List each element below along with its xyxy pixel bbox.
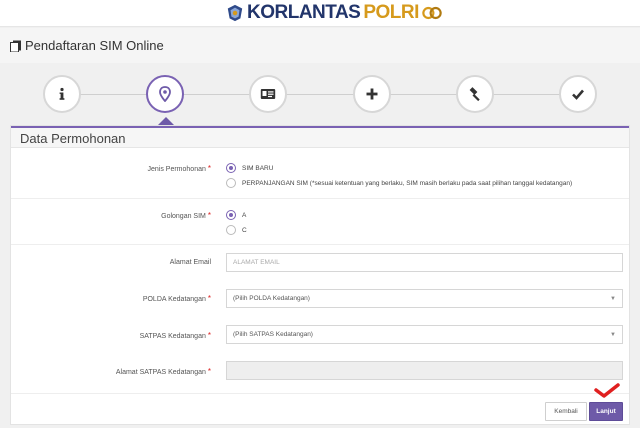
- map-marker-icon: [159, 86, 171, 102]
- radio-golongan-a[interactable]: A: [226, 210, 246, 220]
- info-icon: [59, 87, 65, 100]
- radio-dot: [226, 210, 236, 220]
- step-law[interactable]: [456, 75, 494, 113]
- step-location[interactable]: [146, 75, 184, 113]
- chevron-down-icon: ▼: [610, 295, 616, 302]
- divider: [11, 198, 629, 199]
- rings-icon: [422, 6, 442, 20]
- alamat-satpas-label: Alamat SATPAS Kedatangan *: [11, 367, 211, 376]
- radio-sim-baru-label: SIM BARU: [242, 164, 274, 172]
- required-mark: *: [207, 367, 211, 376]
- radio-golongan-c[interactable]: C: [226, 225, 247, 235]
- satpas-select-value: (Pilih SATPAS Kedatangan): [233, 331, 313, 338]
- required-mark: *: [207, 331, 211, 340]
- radio-perpanjangan-sim[interactable]: PERPANJANGAN SIM (*sesuai ketentuan yang…: [226, 178, 572, 188]
- active-step-caret: [158, 117, 174, 125]
- jenis-permohonan-label-text: Jenis Permohonan: [147, 166, 206, 173]
- satpas-label: SATPAS Kedatangan *: [11, 331, 211, 340]
- radio-golongan-a-label: A: [242, 211, 247, 219]
- panel-title: Data Permohonan: [20, 131, 126, 146]
- radio-dot: [226, 163, 236, 173]
- page-title: Pendaftaran SIM Online: [25, 38, 164, 53]
- alamat-email-label: Alamat Email: [11, 259, 211, 266]
- golongan-sim-label-text: Golongan SIM: [161, 213, 206, 220]
- plus-icon: [366, 88, 378, 100]
- radio-golongan-c-label: C: [242, 226, 247, 234]
- radio-perpanjangan-label: PERPANJANGAN SIM (*sesuai ketentuan yang…: [242, 179, 573, 187]
- polda-select-value: (Pilih POLDA Kedatangan): [233, 295, 310, 302]
- polda-label: POLDA Kedatangan *: [11, 294, 211, 303]
- check-icon: [572, 89, 584, 100]
- jenis-permohonan-label: Jenis Permohonan *: [11, 164, 212, 173]
- kembali-button[interactable]: Kembali: [545, 402, 587, 421]
- chevron-down-icon: ▼: [610, 331, 616, 338]
- brand-text-polri: POLRI: [363, 2, 419, 23]
- step-info[interactable]: [43, 75, 81, 113]
- radio-sim-baru[interactable]: SIM BARU: [226, 163, 273, 173]
- radio-dot: [226, 178, 236, 188]
- polda-label-text: POLDA Kedatangan: [142, 296, 206, 303]
- wizard-stepper: [0, 63, 640, 123]
- step-identity[interactable]: [249, 75, 287, 113]
- step-health[interactable]: [353, 75, 391, 113]
- form-panel: Data Permohonan Jenis Permohonan * SIM BA…: [10, 125, 630, 425]
- divider: [11, 393, 629, 394]
- required-mark: *: [207, 294, 211, 303]
- required-mark: *: [207, 211, 211, 220]
- red-checkmark-annotation-icon: [594, 383, 620, 398]
- id-card-icon: [260, 89, 276, 99]
- email-placeholder: ALAMAT EMAIL: [233, 259, 280, 266]
- required-mark: *: [207, 164, 211, 173]
- brand-bar: KORLANTAS POLRI: [0, 0, 640, 27]
- divider: [11, 244, 629, 245]
- step-confirm[interactable]: [559, 75, 597, 113]
- radio-dot: [226, 225, 236, 235]
- alamat-satpas-label-text: Alamat SATPAS Kedatangan: [115, 369, 206, 376]
- golongan-sim-label: Golongan SIM *: [11, 211, 211, 220]
- polda-select[interactable]: (Pilih POLDA Kedatangan) ▼: [226, 289, 623, 308]
- gavel-icon: [469, 87, 480, 102]
- brand-logo: KORLANTAS POLRI: [226, 3, 442, 23]
- alamat-satpas-field: [226, 361, 623, 380]
- panel-header: Data Permohonan: [11, 126, 629, 148]
- lanjut-button[interactable]: Lanjut: [589, 402, 623, 421]
- police-emblem-icon: [227, 4, 243, 22]
- satpas-label-text: SATPAS Kedatangan: [139, 333, 206, 340]
- email-field[interactable]: ALAMAT EMAIL: [226, 253, 623, 272]
- satpas-select[interactable]: (Pilih SATPAS Kedatangan) ▼: [226, 325, 623, 344]
- stepper-line: [62, 94, 578, 95]
- page-header: Pendaftaran SIM Online: [0, 28, 640, 63]
- brand-text-korlantas: KORLANTAS: [247, 2, 361, 23]
- alamat-email-label-text: Alamat Email: [169, 259, 211, 266]
- document-icon: [10, 40, 21, 52]
